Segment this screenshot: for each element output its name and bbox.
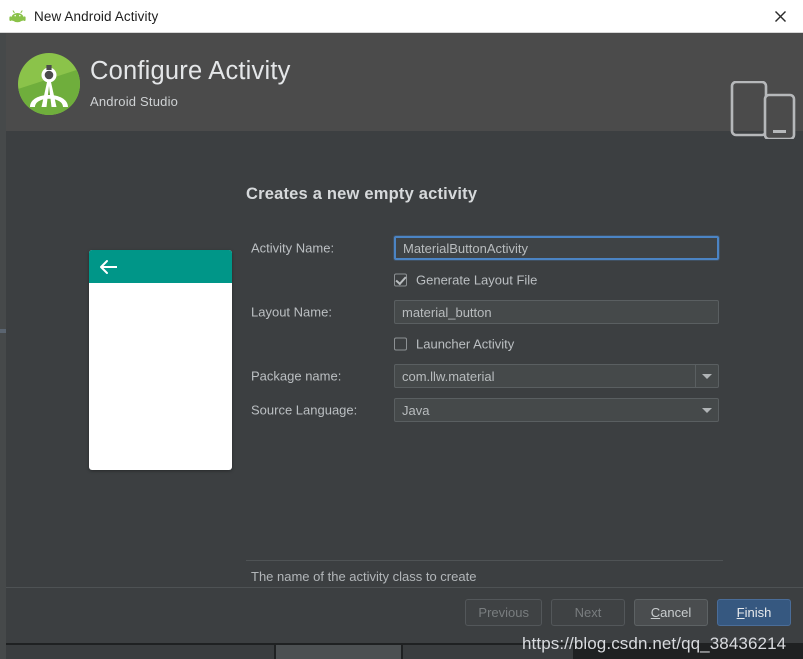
next-button[interactable]: Next [551, 599, 625, 626]
package-name-label: Package name: [251, 369, 341, 384]
wizard-content: Creates a new empty activity Activity Na… [6, 131, 803, 659]
dialog-body: Configure Activity Android Studio Create… [6, 33, 803, 659]
taskbar-segment-1 [6, 645, 274, 659]
activity-name-input[interactable] [394, 236, 719, 260]
taskbar-segment-2 [276, 645, 401, 659]
chevron-down-icon[interactable] [696, 399, 718, 421]
title-bar: New Android Activity [0, 0, 803, 33]
source-language-label: Source Language: [251, 403, 357, 418]
new-android-activity-dialog: New Android Activity [0, 0, 803, 659]
launcher-activity-label: Launcher Activity [416, 337, 514, 352]
package-name-row: Package name: com.llw.material [246, 359, 746, 393]
generate-layout-file-checkbox[interactable]: Generate Layout File [394, 273, 537, 288]
checkbox-box-unchecked[interactable] [394, 338, 407, 351]
generate-layout-file-row: Generate Layout File [246, 265, 746, 295]
help-separator [246, 560, 723, 561]
wizard-header: Configure Activity Android Studio [6, 33, 803, 131]
page-subtitle: Android Studio [90, 94, 291, 109]
source-language-row: Source Language: Java [246, 393, 746, 427]
close-icon[interactable] [758, 0, 803, 32]
cancel-button[interactable]: Cancel [634, 599, 708, 626]
finish-mnemonic: F [737, 605, 745, 620]
android-studio-logo-icon [18, 53, 80, 115]
button-bar: Previous Next Cancel Finish [465, 599, 791, 626]
cancel-label-rest: ancel [660, 605, 691, 620]
launcher-activity-row: Launcher Activity [246, 329, 746, 359]
section-title: Creates a new empty activity [246, 185, 477, 204]
package-name-value: com.llw.material [395, 369, 695, 384]
previous-button[interactable]: Previous [465, 599, 542, 626]
back-arrow-icon [99, 259, 119, 275]
activity-name-label: Activity Name: [251, 241, 334, 256]
header-text-block: Configure Activity Android Studio [90, 55, 291, 109]
help-text: The name of the activity class to create [251, 569, 476, 584]
checkbox-box-checked[interactable] [394, 274, 407, 287]
activity-name-row: Activity Name: [246, 231, 746, 265]
finish-button[interactable]: Finish [717, 599, 791, 626]
page-title: Configure Activity [90, 55, 291, 87]
layout-name-input[interactable] [394, 300, 719, 324]
finish-label-rest: inish [745, 605, 772, 620]
activity-preview [89, 250, 232, 470]
source-language-combobox[interactable]: Java [394, 398, 719, 422]
cancel-mnemonic: C [651, 605, 660, 620]
layout-name-label: Layout Name: [251, 305, 332, 320]
source-language-value: Java [395, 403, 696, 418]
preview-app-bar [89, 250, 232, 283]
package-name-combobox[interactable]: com.llw.material [394, 364, 719, 388]
launcher-activity-checkbox[interactable]: Launcher Activity [394, 337, 514, 352]
activity-form: Activity Name: Generate Layout File Layo… [246, 231, 746, 427]
layout-name-row: Layout Name: [246, 295, 746, 329]
watermark-url: https://blog.csdn.net/qq_38436214 [522, 634, 786, 654]
window-title: New Android Activity [34, 9, 158, 24]
android-robot-icon [9, 8, 26, 25]
generate-layout-file-label: Generate Layout File [416, 273, 537, 288]
chevron-down-icon[interactable] [695, 365, 718, 387]
